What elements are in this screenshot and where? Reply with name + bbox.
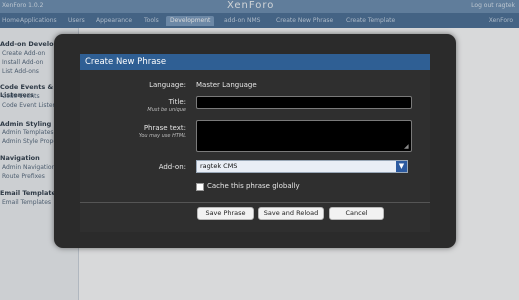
language-label: Language: — [149, 81, 186, 89]
modal-frame: Create New Phrase Language: Master Langu… — [54, 34, 456, 248]
resize-grip-icon[interactable]: ◢ — [404, 144, 410, 150]
cache-checkbox-label[interactable]: Cache this phrase globally — [207, 182, 300, 190]
title-label: Title: — [168, 98, 186, 106]
save-phrase-button[interactable]: Save Phrase — [197, 207, 254, 220]
phrase-text-label: Phrase text: — [143, 124, 186, 132]
language-value: Master Language — [196, 81, 257, 89]
title-hint: Must be unique — [147, 107, 186, 113]
cache-checkbox[interactable] — [196, 183, 204, 191]
cancel-button[interactable]: Cancel — [329, 207, 384, 220]
create-phrase-dialog: Create New Phrase Language: Master Langu… — [80, 54, 430, 232]
phrase-text-input[interactable]: ◢ — [196, 120, 412, 152]
chevron-down-icon[interactable]: ▼ — [396, 161, 407, 172]
addon-select[interactable]: ragtek CMS ▼ — [196, 160, 408, 173]
dialog-divider — [80, 202, 430, 203]
addon-label: Add-on: — [158, 163, 186, 171]
phrase-text-hint: You may use HTML — [138, 133, 186, 139]
title-input[interactable] — [196, 96, 412, 109]
save-reload-button[interactable]: Save and Reload — [258, 207, 324, 220]
addon-selected-value: ragtek CMS — [200, 162, 238, 170]
dialog-title: Create New Phrase — [80, 54, 430, 70]
